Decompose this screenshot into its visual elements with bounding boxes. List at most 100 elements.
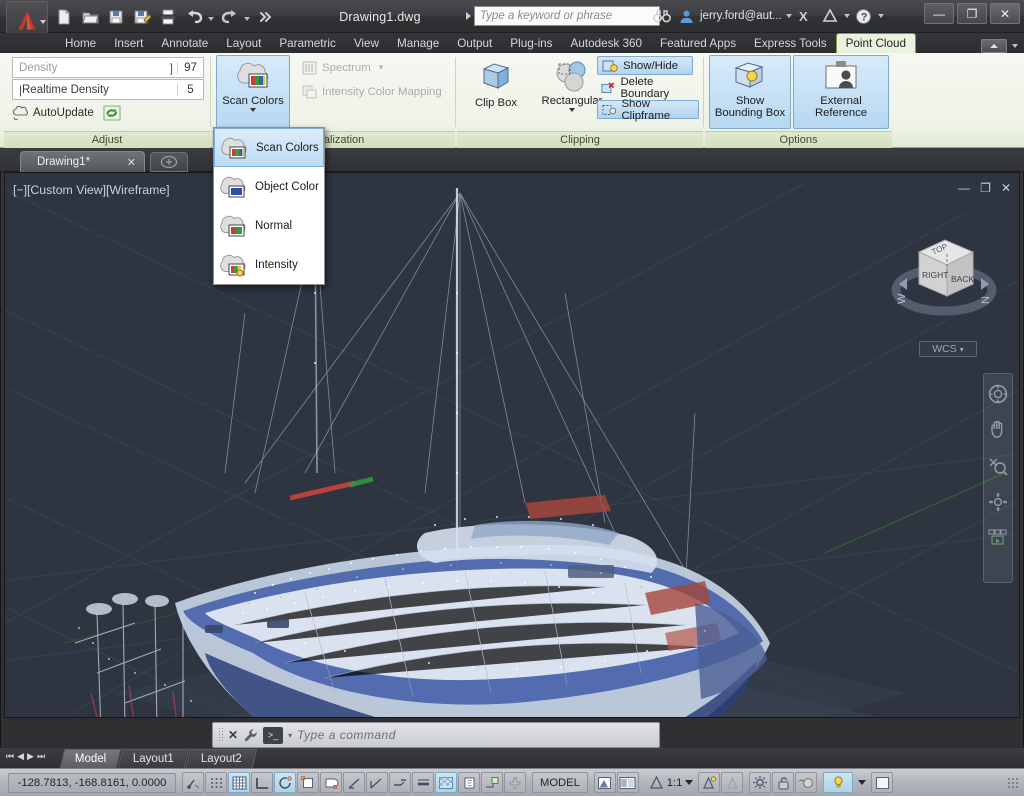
ribbon-tab-point-cloud[interactable]: Point Cloud — [835, 33, 917, 53]
a360-caret-icon[interactable] — [843, 14, 850, 18]
coordinates-display[interactable]: -128.7813, -168.8161, 0.0000 — [8, 772, 176, 793]
lineweight-icon[interactable] — [412, 772, 434, 793]
isolate-caret-icon[interactable] — [858, 780, 867, 785]
external-reference-button[interactable]: External Reference — [793, 55, 889, 129]
pan-icon[interactable] — [986, 418, 1010, 442]
hardware-acceleration-icon[interactable] — [795, 772, 818, 793]
help-icon[interactable]: ? — [854, 6, 874, 26]
show-hide-row[interactable]: Show/Hide — [597, 56, 693, 75]
view-cube[interactable]: W N TOP RIGHT BACK — [889, 228, 999, 343]
density-field[interactable]: Density ] 97 — [12, 57, 204, 78]
steering-wheel-icon[interactable] — [986, 382, 1010, 406]
model-space-icon[interactable] — [593, 772, 616, 793]
navigation-bar[interactable] — [983, 373, 1013, 583]
layout-tab-layout1[interactable]: Layout1 — [117, 749, 190, 768]
ribbon-tab-plugins[interactable]: Plug-ins — [501, 33, 561, 53]
ribbon-tab-view[interactable]: View — [345, 33, 388, 53]
object-snap-icon[interactable] — [297, 772, 319, 793]
realtime-density-field[interactable]: Realtime Density 5 | — [12, 79, 204, 100]
scan-colors-dropdown-menu[interactable]: Scan Colors Object Color Normal Intensit… — [213, 127, 325, 285]
ribbon-tab-annotate[interactable]: Annotate — [152, 33, 217, 53]
search-dropdown-caret-icon[interactable] — [466, 12, 471, 20]
autodesk-a360-icon[interactable] — [820, 6, 840, 26]
layout-tab-layout2[interactable]: Layout2 — [185, 749, 258, 768]
document-tab-drawing1[interactable]: Drawing1* ✕ — [20, 151, 145, 172]
viewport-restore-button[interactable]: ❐ — [980, 181, 991, 195]
redo-dropdown-caret-icon[interactable] — [244, 17, 250, 21]
showmotion-icon[interactable] — [986, 526, 1010, 550]
layout-next-button[interactable]: ▶ — [27, 751, 34, 762]
scan-colors-dropdown-caret-icon[interactable] — [250, 108, 256, 112]
dynamic-input-icon[interactable] — [389, 772, 411, 793]
wcs-caret-icon[interactable]: ▾ — [960, 345, 964, 354]
command-prompt-icon[interactable]: >_ — [263, 726, 284, 744]
search-binoculars-icon[interactable] — [652, 6, 672, 26]
ribbon-minimize-caret-icon[interactable] — [1012, 44, 1018, 48]
polar-tracking-icon[interactable] — [274, 772, 296, 793]
layout-first-button[interactable]: ⏮ — [6, 751, 14, 762]
layout-prev-button[interactable]: ◀ — [17, 751, 24, 762]
annotation-scale-caret-icon[interactable] — [685, 780, 694, 785]
intensity-color-mapping-row[interactable]: Intensity Color Mapping — [298, 82, 458, 101]
clip-box-button[interactable]: Clip Box — [459, 55, 533, 129]
ortho-mode-icon[interactable] — [251, 772, 273, 793]
menu-item-intensity[interactable]: Intensity — [214, 245, 324, 284]
autodesk-exchange-icon[interactable]: X — [796, 6, 816, 26]
wrench-icon[interactable] — [243, 728, 258, 743]
annotation-scale-selector[interactable]: 1:1 — [645, 775, 698, 790]
snap-mode-icon[interactable] — [205, 772, 227, 793]
maximize-button[interactable]: ❐ — [957, 3, 987, 24]
save-as-icon[interactable] — [130, 6, 154, 28]
viewport-close-button[interactable]: ✕ — [1001, 181, 1011, 195]
viewport-label[interactable]: [−][Custom View][Wireframe] — [13, 183, 170, 197]
transparency-icon[interactable] — [435, 772, 457, 793]
ribbon-tab-insert[interactable]: Insert — [105, 33, 152, 53]
density-value[interactable]: 97 — [177, 61, 203, 74]
search-input[interactable]: Type a keyword or phrase — [474, 6, 660, 26]
undo-icon[interactable] — [182, 6, 206, 28]
isolate-objects-icon[interactable] — [823, 772, 854, 793]
viewport-minimize-button[interactable]: — — [958, 181, 970, 195]
paper-space-icon[interactable] — [616, 772, 639, 793]
layout-last-button[interactable]: ⏭ — [37, 751, 45, 762]
model-space-button[interactable]: MODEL — [532, 772, 588, 793]
refresh-icon[interactable] — [103, 105, 121, 121]
document-tab-close-icon[interactable]: ✕ — [127, 156, 136, 169]
rectangular-dropdown-caret-icon[interactable] — [569, 108, 575, 112]
new-icon[interactable] — [52, 6, 76, 28]
more-icon[interactable] — [254, 6, 278, 28]
new-document-tab-button[interactable] — [150, 152, 188, 172]
help-caret-icon[interactable] — [877, 14, 884, 18]
ribbon-tab-output[interactable]: Output — [448, 33, 501, 53]
ribbon-tab-manage[interactable]: Manage — [388, 33, 448, 53]
autoupdate-row[interactable]: AutoUpdate — [12, 105, 121, 121]
command-input[interactable]: Type a command — [297, 728, 654, 742]
toolbar-lock-icon[interactable] — [772, 772, 795, 793]
ribbon-tab-featured-apps[interactable]: Featured Apps — [651, 33, 745, 53]
user-account-label[interactable]: jerry.ford@aut... — [700, 10, 782, 22]
annotation-monitor-icon[interactable] — [481, 772, 503, 793]
infer-constraints-icon[interactable] — [182, 772, 204, 793]
menu-item-object-color[interactable]: Object Color — [214, 167, 324, 206]
ribbon-tab-layout[interactable]: Layout — [217, 33, 270, 53]
ribbon-tab-autodesk360[interactable]: Autodesk 360 — [562, 33, 651, 53]
show-clipframe-row[interactable]: Show Clipframe — [597, 98, 699, 122]
ribbon-tab-parametric[interactable]: Parametric — [270, 33, 345, 53]
dynamic-ucs-icon[interactable] — [366, 772, 388, 793]
user-avatar-icon[interactable] — [676, 6, 696, 26]
ribbon-minimize-icon[interactable] — [981, 39, 1007, 53]
undo-dropdown-caret-icon[interactable] — [208, 17, 214, 21]
open-icon[interactable] — [78, 6, 102, 28]
account-caret-icon[interactable] — [785, 14, 792, 18]
clean-screen-icon[interactable] — [871, 772, 894, 793]
plot-icon[interactable] — [156, 6, 180, 28]
workspace-switching-icon[interactable] — [749, 772, 772, 793]
scan-colors-button[interactable]: Scan Colors — [216, 55, 290, 129]
spectrum-caret-icon[interactable]: ▾ — [379, 62, 384, 73]
menu-item-scan-colors[interactable]: Scan Colors — [214, 128, 324, 167]
save-icon[interactable] — [104, 6, 128, 28]
ribbon-tab-home[interactable]: Home — [56, 33, 105, 53]
ribbon-tab-express-tools[interactable]: Express Tools — [745, 33, 836, 53]
layout-tab-model[interactable]: Model — [59, 749, 122, 768]
autoscale-icon[interactable] — [721, 772, 744, 793]
